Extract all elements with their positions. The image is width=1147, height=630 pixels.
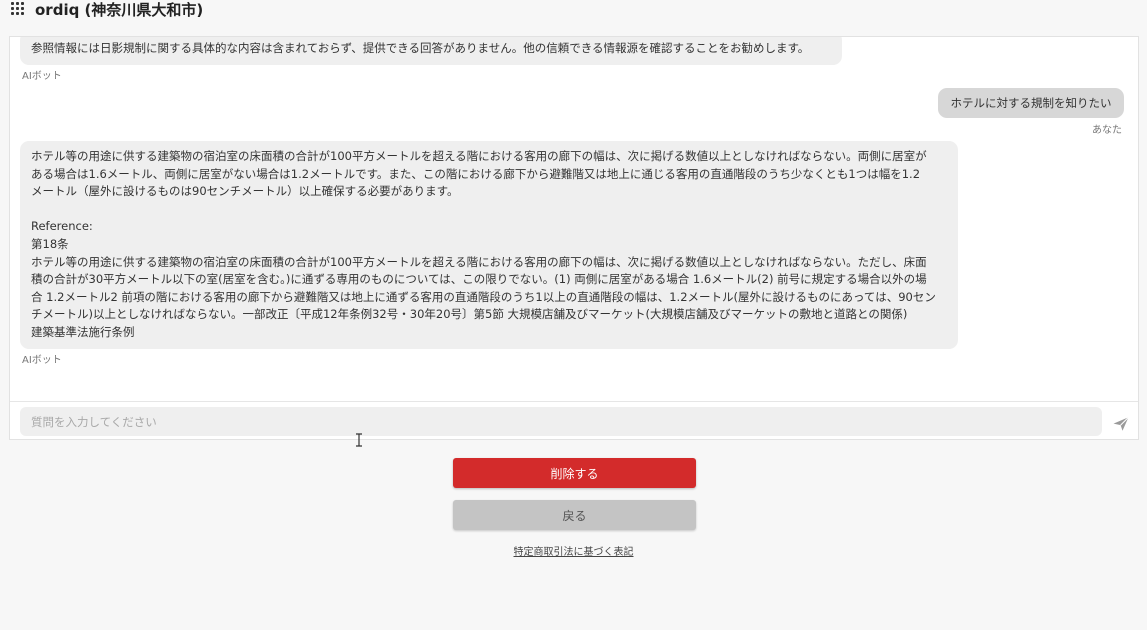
app-title: ordiq (神奈川県大和市) [35,1,204,19]
question-input[interactable] [20,407,1102,436]
answer-line: ホテル等の用途に供する建築物の宿泊室の床面積の合計が100平方メートルを超える階… [31,149,927,163]
reference-line: チメートル)以上としなければならない。一部改正〔平成12年条例32号・30年20… [31,307,908,322]
user-message-text: ホテルに対する規制を知りたい [950,96,1112,110]
delete-button[interactable]: 削除する [453,458,696,488]
bot-sender-label: AIボット [22,355,62,366]
reference-article: 第18条 [31,236,69,251]
message-list: 参照情報には日影規制に関する具体的な内容は含まれておらず、提供できる回答がありま… [10,37,1138,401]
back-button[interactable]: 戻る [453,500,696,530]
legal-notice-link[interactable]: 特定商取引法に基づく表記 [0,543,1147,558]
bot-message-text: 参照情報には日影規制に関する具体的な内容は含まれておらず、提供できる回答がありま… [31,41,810,55]
app-header: ordiq (神奈川県大和市) [0,0,1147,34]
chat-input-row [10,401,1138,440]
bot-message-bubble: 参照情報には日影規制に関する具体的な内容は含まれておらず、提供できる回答がありま… [20,37,842,65]
reference-line: ホテル等の用途に供する建築物の宿泊室の床面積の合計が100平方メートルを超える階… [31,254,927,269]
grid-menu-icon[interactable] [11,2,25,16]
answer-line: メートル（屋外に設けるものは90センチメートル）以上確保する必要があります。 [31,184,459,199]
text-cursor-icon [356,433,362,447]
chat-panel: 参照情報には日影規制に関する具体的な内容は含まれておらず、提供できる回答がありま… [9,36,1139,440]
reference-label: Reference: [31,219,93,234]
reference-line: 合 1.2メートル2 前項の階における客用の廊下から避難階又は地上に通ずる客用の… [31,289,936,304]
send-icon[interactable] [1112,415,1130,433]
reference-source: 建築基準法施行条例 [31,324,135,339]
reference-line: 積の合計が30平方メートル以下の室(居室を含む。)に通ずる専用のものについては、… [31,272,927,287]
user-message-bubble: ホテルに対する規制を知りたい [938,88,1124,118]
bot-message-bubble: ホテル等の用途に供する建築物の宿泊室の床面積の合計が100平方メートルを超える階… [20,141,958,349]
user-sender-label: あなた [1092,125,1122,136]
answer-line: ある場合は1.6メートル、両側に居室がない場合は1.2メートルです。また、この階… [31,166,921,181]
bot-sender-label: AIボット [22,71,62,82]
